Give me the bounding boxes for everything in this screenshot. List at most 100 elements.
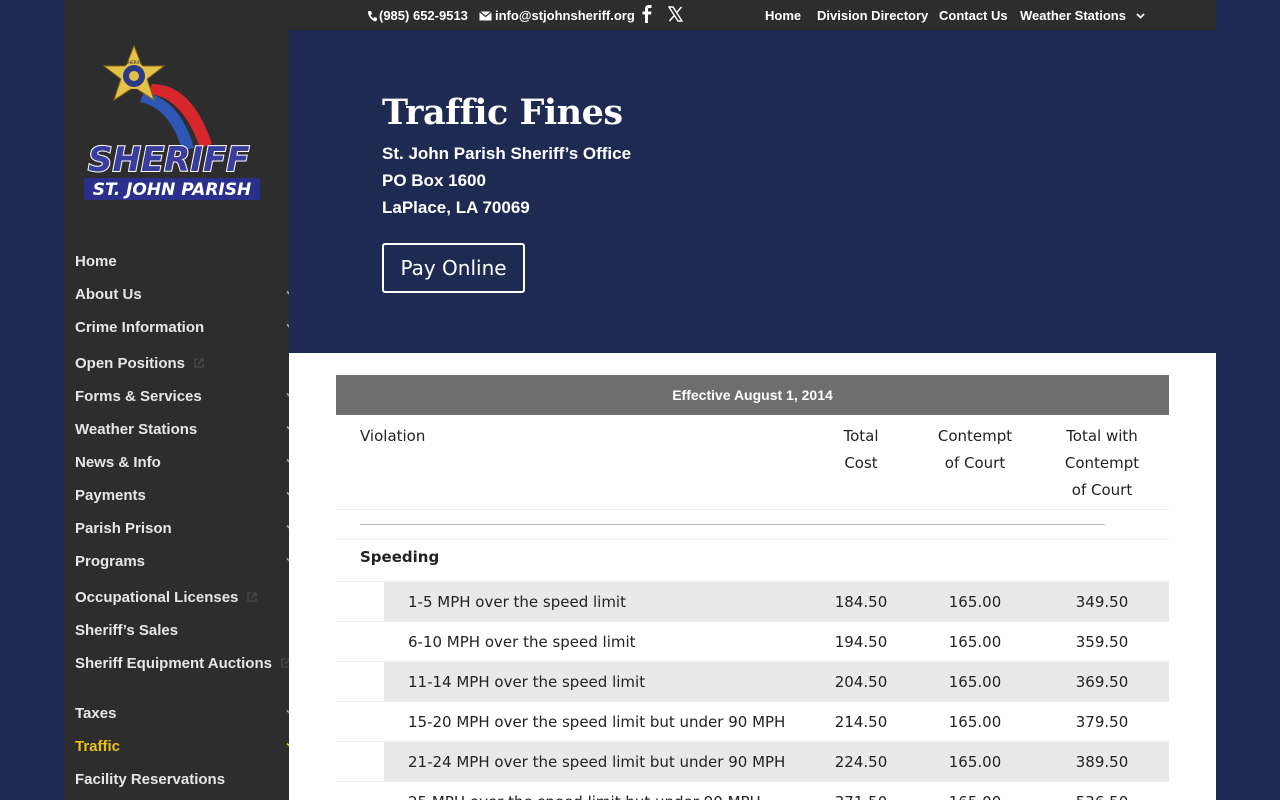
- phone-number: (985) 652-9513: [379, 8, 468, 23]
- sidebar-item-home[interactable]: Home: [75, 248, 300, 274]
- sidebar-item-news-info[interactable]: News & Info: [75, 449, 300, 475]
- cell-total-with-contempt: 379.50: [1075, 713, 1129, 731]
- sidebar-item-sheriff-equipment-auctions[interactable]: Sheriff Equipment Auctions: [75, 650, 300, 676]
- city-state-zip: LaPlace, LA 70069: [382, 198, 530, 217]
- envelope-icon: [479, 10, 492, 20]
- cell-total-cost: 204.50: [834, 673, 888, 691]
- cell-violation: 15-20 MPH over the speed limit but under…: [408, 713, 786, 731]
- col-total-cost-line2: Cost: [844, 454, 878, 472]
- cell-violation: 25 MPH over the speed limit but under 90…: [408, 793, 761, 800]
- sidebar: SHERIFF SHERIFF ST. JOHN PARISH Home Abou…: [64, 0, 294, 800]
- office-name: St. John Parish Sheriff’s Office: [382, 144, 632, 163]
- cell-total-with-contempt: 359.50: [1075, 633, 1129, 651]
- sidebar-item-forms-services[interactable]: Forms & Services: [75, 383, 300, 409]
- col-violation: Violation: [360, 427, 426, 445]
- cell-violation: 21-24 MPH over the speed limit but under…: [408, 753, 786, 771]
- cell-contempt: 165.00: [948, 673, 1002, 691]
- cell-violation: 11-14 MPH over the speed limit: [408, 673, 646, 691]
- phone-icon: [368, 10, 377, 21]
- pay-online-button[interactable]: Pay Online: [382, 243, 525, 293]
- sidebar-item-label: Occupational Licenses: [75, 588, 239, 606]
- table-row: 11-14 MPH over the speed limit 204.50 165.…: [336, 661, 1169, 702]
- col-total-cost: Total Cost: [816, 423, 906, 477]
- col-total-with-contempt: Total with Contempt of Court: [1052, 423, 1152, 504]
- cell-contempt: 165.00: [948, 593, 1002, 611]
- cell-violation: 1-5 MPH over the speed limit: [408, 593, 626, 611]
- topnav-weather-stations[interactable]: Weather Stations: [1020, 8, 1145, 23]
- col-contempt-line2: of Court: [944, 454, 1006, 472]
- sheriff-logo[interactable]: SHERIFF SHERIFF ST. JOHN PARISH: [82, 44, 272, 209]
- main-content: Effective August 1, 2014 Violation Total…: [289, 353, 1216, 800]
- sidebar-item-label: Sheriff’s Sales: [75, 621, 179, 639]
- col-total-with-line2: Contempt: [1064, 454, 1140, 472]
- sidebar-item-label: Open Positions: [75, 354, 186, 372]
- chevron-down-icon: [1135, 13, 1145, 19]
- sidebar-item-label: Taxes: [75, 704, 117, 722]
- facebook-icon[interactable]: [641, 5, 653, 23]
- table-row: 25 MPH over the speed limit but under 90…: [336, 781, 1169, 800]
- col-contempt: Contempt of Court: [930, 423, 1020, 477]
- sidebar-item-label: About Us: [75, 285, 142, 303]
- sidebar-item-crime-information[interactable]: Crime Information: [75, 314, 300, 340]
- sidebar-item-label: Home: [75, 252, 117, 270]
- col-total-cost-line1: Total: [843, 427, 879, 445]
- sidebar-item-taxes[interactable]: Taxes: [75, 700, 300, 726]
- sidebar-item-parish-prison[interactable]: Parish Prison: [75, 515, 300, 541]
- sidebar-item-about-us[interactable]: About Us: [75, 281, 300, 307]
- sidebar-item-facility-reservations[interactable]: Facility Reservations: [75, 766, 300, 792]
- cell-total-cost: 214.50: [834, 713, 888, 731]
- hero-banner: Traffic Fines St. John Parish Sheriff’s …: [289, 30, 1216, 353]
- sidebar-item-label: Crime Information: [75, 318, 205, 336]
- sidebar-item-label: News & Info: [75, 453, 161, 471]
- cell-contempt: 165.00: [948, 713, 1002, 731]
- external-link-icon: [194, 358, 204, 368]
- sidebar-item-label: Weather Stations: [75, 420, 198, 438]
- phone-link[interactable]: (985) 652-9513: [367, 8, 468, 23]
- sheriff-badge-logo-icon: SHERIFF SHERIFF ST. JOHN PARISH: [84, 44, 260, 200]
- topnav-division-directory[interactable]: Division Directory: [817, 8, 928, 23]
- email-link[interactable]: info@stjohnsheriff.org: [479, 8, 635, 23]
- col-total-with-line1: Total with: [1066, 427, 1138, 445]
- sidebar-item-label: Programs: [75, 552, 146, 570]
- po-box: PO Box 1600: [382, 171, 486, 190]
- x-icon[interactable]: [668, 6, 683, 22]
- sidebar-item-label: Parish Prison: [75, 519, 172, 537]
- top-bar: (985) 652-9513 info@stjohnsheriff.org Ho…: [289, 0, 1216, 30]
- sidebar-item-programs[interactable]: Programs: [75, 548, 300, 574]
- cell-total-with-contempt: 369.50: [1075, 673, 1129, 691]
- cell-contempt: 165.00: [930, 793, 1020, 800]
- effective-date-header: Effective August 1, 2014: [336, 375, 1169, 415]
- table-row: 6-10 MPH over the speed limit 194.50 165.0…: [336, 621, 1169, 661]
- col-contempt-line1: Contempt: [937, 427, 1013, 445]
- sidebar-item-open-positions[interactable]: Open Positions: [75, 350, 300, 376]
- cell-violation: 6-10 MPH over the speed limit: [408, 633, 636, 651]
- cell-total-with-contempt: 349.50: [1075, 593, 1129, 611]
- sidebar-item-weather-stations[interactable]: Weather Stations: [75, 416, 300, 442]
- cell-total-cost: 184.50: [834, 593, 888, 611]
- table-row: 15-20 MPH over the speed limit but under…: [336, 701, 1169, 741]
- sidebar-item-sheriff-s-sales[interactable]: Sheriff’s Sales: [75, 617, 300, 643]
- cell-total-cost: 224.50: [834, 753, 888, 771]
- header-rule: [360, 524, 1105, 525]
- sidebar-item-label: Sheriff Equipment Auctions: [75, 654, 272, 672]
- col-total-with-line3: of Court: [1071, 481, 1133, 499]
- topnav-weather-stations-label: Weather Stations: [1020, 8, 1126, 23]
- cell-total-with-contempt: 389.50: [1075, 753, 1129, 771]
- fines-table: Effective August 1, 2014 Violation Total…: [336, 375, 1169, 800]
- section-row: [336, 539, 1169, 581]
- sidebar-item-label: Forms & Services: [75, 387, 202, 405]
- sidebar-item-traffic[interactable]: Traffic: [75, 733, 300, 759]
- topnav-contact-us[interactable]: Contact Us: [939, 8, 1008, 23]
- svg-text:SHERIFF: SHERIFF: [126, 60, 143, 65]
- sidebar-item-payments[interactable]: Payments: [75, 482, 300, 508]
- cell-total-cost: 371.50: [816, 793, 906, 800]
- sidebar-item-label: Payments: [75, 486, 146, 504]
- section-speeding: Speeding: [360, 548, 440, 566]
- cell-total-with-contempt: 536.50: [1057, 793, 1147, 800]
- cell-contempt: 165.00: [948, 633, 1002, 651]
- cell-contempt: 165.00: [948, 753, 1002, 771]
- header-separator-row: [336, 509, 1169, 541]
- sidebar-item-occupational-licenses[interactable]: Occupational Licenses: [75, 584, 300, 610]
- cell-total-cost: 194.50: [834, 633, 888, 651]
- topnav-home[interactable]: Home: [765, 8, 801, 23]
